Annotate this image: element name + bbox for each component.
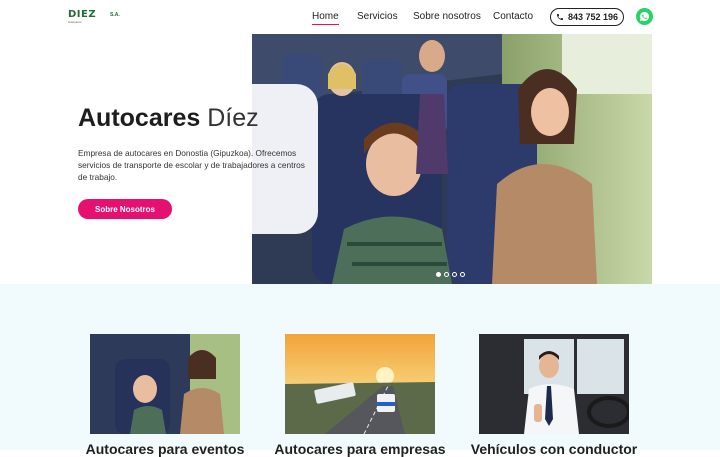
service-image-conductor[interactable] xyxy=(479,334,629,434)
whatsapp-icon xyxy=(639,11,650,22)
brand-logo[interactable]: DIEZ S.A. Autocares xyxy=(68,9,120,25)
slider-dot-3[interactable] xyxy=(452,272,457,277)
whatsapp-button[interactable] xyxy=(636,8,653,25)
slider-dot-2[interactable] xyxy=(444,272,449,277)
service-title-conductor[interactable]: Vehículos con conductor xyxy=(459,441,649,457)
hero-title: Autocares Díez xyxy=(78,103,259,133)
hero-description: Empresa de autocares en Donostia (Gipuzk… xyxy=(78,148,305,182)
service-image-empresas[interactable] xyxy=(285,334,435,434)
phone-icon xyxy=(556,14,563,20)
nav-servicios[interactable]: Servicios xyxy=(357,11,398,23)
services-section: Autocares para eventos Autocares para em… xyxy=(0,284,720,457)
site-header: DIEZ S.A. Autocares Home Servicios Sobre… xyxy=(0,0,720,34)
nav-sobre-nosotros[interactable]: Sobre nosotros xyxy=(413,11,481,23)
logo-word: DIEZ xyxy=(68,9,97,20)
nav-home[interactable]: Home xyxy=(312,11,339,25)
service-image-eventos[interactable] xyxy=(90,334,240,434)
service-title-eventos[interactable]: Autocares para eventos xyxy=(70,441,260,457)
hero-title-bold: Autocares xyxy=(78,104,201,132)
nav-contacto[interactable]: Contacto xyxy=(493,11,533,23)
hero-title-light: Díez xyxy=(207,104,259,132)
slider-dot-1[interactable] xyxy=(436,272,441,277)
slider-dot-4[interactable] xyxy=(460,272,465,277)
sobre-nosotros-button[interactable]: Sobre Nosotros xyxy=(78,199,172,219)
phone-button[interactable]: 843 752 196 xyxy=(550,8,624,26)
phone-number: 843 752 196 xyxy=(567,12,619,22)
slider-dots xyxy=(436,272,465,277)
logo-tagline: Autocares xyxy=(68,20,82,24)
service-title-empresas[interactable]: Autocares para empresas xyxy=(265,441,455,457)
logo-suffix: S.A. xyxy=(110,12,120,18)
